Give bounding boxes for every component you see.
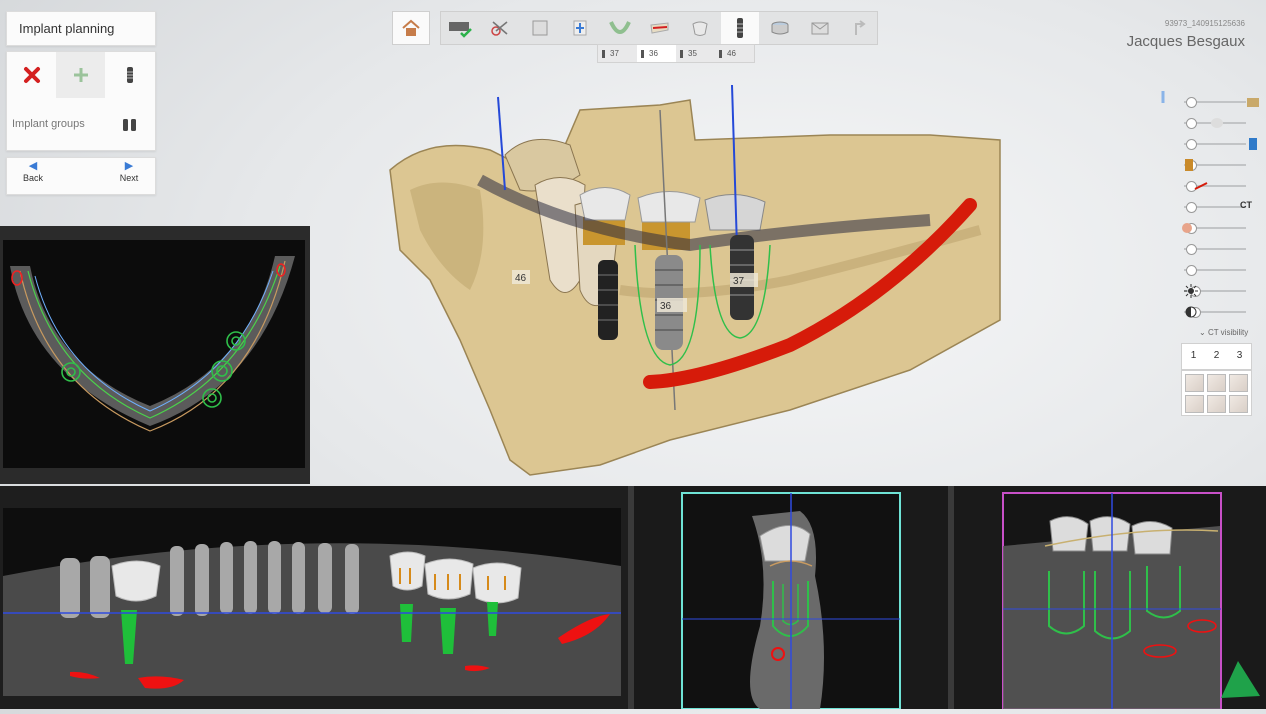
delete-implant-button[interactable] bbox=[7, 52, 56, 98]
slider-ct[interactable]: CT bbox=[1160, 198, 1256, 216]
slider-brightness[interactable] bbox=[1160, 282, 1256, 300]
ct-view-3[interactable]: 3 bbox=[1228, 350, 1251, 361]
label-tooth-36: 36 bbox=[660, 301, 672, 312]
axial-ct-view[interactable] bbox=[0, 226, 310, 484]
ct-view-2[interactable]: 2 bbox=[1205, 350, 1228, 361]
ct-view-presets bbox=[1181, 370, 1252, 416]
label-tooth-37: 37 bbox=[733, 276, 745, 287]
navigation-panel: ◀ Back ▶ Next bbox=[6, 157, 156, 195]
home-toolbar bbox=[392, 11, 430, 45]
workflow-title-panel: Implant planning bbox=[6, 11, 156, 46]
tool-alignment[interactable] bbox=[561, 12, 599, 44]
tab-tooth-35[interactable]: 35 bbox=[676, 45, 715, 62]
next-button[interactable]: ▶ Next bbox=[105, 160, 153, 192]
export-icon bbox=[855, 20, 866, 35]
implant-groups-label: Implant groups bbox=[12, 118, 85, 130]
sun-icon bbox=[1184, 284, 1198, 298]
main-3d-view[interactable]: 46 36 37 bbox=[370, 80, 1020, 485]
slider-model-opacity[interactable] bbox=[1160, 261, 1256, 279]
patient-name: Jacques Besgaux bbox=[1126, 33, 1245, 50]
view-preset-6[interactable] bbox=[1229, 395, 1248, 413]
next-label: Next bbox=[119, 173, 139, 183]
crown-icon bbox=[692, 21, 708, 36]
ct-slider-label: CT bbox=[1240, 200, 1252, 210]
home-icon bbox=[402, 19, 420, 36]
slider-abutment-opacity[interactable] bbox=[1160, 156, 1256, 174]
add-implant-button[interactable] bbox=[56, 52, 105, 98]
tooth-icon bbox=[1211, 118, 1223, 128]
implant-tools-panel: Implant groups bbox=[6, 51, 156, 151]
mandible-bone bbox=[389, 99, 1001, 476]
slider-bone-opacity[interactable] bbox=[1160, 93, 1259, 111]
slider-guide-opacity[interactable] bbox=[1160, 240, 1256, 258]
implant-groups-icon bbox=[122, 119, 136, 131]
implant-groups-button[interactable] bbox=[105, 102, 154, 148]
red-x-icon bbox=[23, 67, 40, 83]
tab-tooth-36[interactable]: 36 bbox=[637, 45, 676, 62]
arrow-right-icon: ▶ bbox=[124, 160, 134, 172]
contrast-icon bbox=[1185, 306, 1197, 318]
view-preset-1[interactable] bbox=[1185, 374, 1204, 392]
soft-tissue-icon bbox=[1182, 223, 1192, 233]
label-tooth-46: 46 bbox=[515, 273, 527, 284]
guide-icon bbox=[811, 22, 829, 35]
slider-nerve-opacity[interactable] bbox=[1160, 177, 1256, 195]
arch-curve-icon bbox=[609, 21, 631, 34]
implant-icon bbox=[126, 67, 133, 83]
view-preset-3[interactable] bbox=[1229, 374, 1248, 392]
ct-visibility-label[interactable]: ⌄ CT visibility bbox=[1199, 328, 1248, 337]
slider-teeth-opacity[interactable] bbox=[1160, 114, 1256, 132]
tool-sleeve[interactable] bbox=[761, 12, 799, 44]
sleeve-icon bbox=[771, 21, 789, 35]
nerve-icon bbox=[650, 22, 669, 34]
ct-view-1[interactable]: 1 bbox=[1182, 350, 1205, 361]
cross-section-view-2[interactable] bbox=[954, 486, 1266, 710]
tool-ct-slice[interactable] bbox=[521, 12, 559, 44]
view-preset-2[interactable] bbox=[1207, 374, 1226, 392]
slider-sleeve-opacity[interactable] bbox=[1160, 135, 1257, 153]
back-button[interactable]: ◀ Back bbox=[9, 160, 57, 192]
implant-icon bbox=[737, 18, 743, 38]
bone-icon bbox=[1247, 98, 1259, 107]
tool-nerve[interactable] bbox=[641, 12, 679, 44]
implant-35 bbox=[598, 260, 618, 340]
tool-crown[interactable] bbox=[681, 12, 719, 44]
abutment-icon bbox=[1185, 159, 1193, 171]
tool-guide[interactable] bbox=[801, 12, 839, 44]
cross-section-view-1[interactable] bbox=[634, 486, 950, 710]
view-preset-5[interactable] bbox=[1207, 395, 1226, 413]
tool-implant[interactable] bbox=[721, 12, 759, 44]
tab-tooth-37[interactable]: 37 bbox=[598, 45, 637, 62]
slider-contrast[interactable] bbox=[1160, 303, 1256, 321]
tool-export[interactable] bbox=[841, 12, 879, 44]
patient-id: 93973_140915125636 bbox=[1164, 19, 1245, 28]
nerve-mini-icon bbox=[1194, 182, 1208, 190]
view-preset-4[interactable] bbox=[1185, 395, 1204, 413]
page-title: Implant planning bbox=[19, 21, 115, 36]
tooth-tabs: 37 36 35 46 bbox=[597, 44, 755, 63]
home-button[interactable] bbox=[393, 12, 429, 44]
back-label: Back bbox=[22, 173, 43, 183]
tool-segmentation[interactable] bbox=[481, 12, 519, 44]
sleeve-color-icon bbox=[1249, 138, 1257, 150]
scan-import-icon bbox=[449, 22, 472, 38]
segmentation-icon bbox=[491, 21, 508, 36]
plus-icon bbox=[73, 68, 88, 82]
tool-arch-curve[interactable] bbox=[601, 12, 639, 44]
workflow-toolbar bbox=[440, 11, 878, 45]
arrow-left-icon: ◀ bbox=[28, 160, 38, 172]
implant-button[interactable] bbox=[105, 52, 154, 98]
tab-tooth-46[interactable]: 46 bbox=[715, 45, 754, 62]
tool-scan-import[interactable] bbox=[441, 12, 479, 44]
bottom-ct-panels bbox=[0, 486, 1266, 710]
slider-soft-tissue[interactable] bbox=[1160, 219, 1256, 237]
ct-view-numbers: 1 2 3 bbox=[1181, 343, 1252, 370]
ct-slice-icon bbox=[532, 20, 548, 36]
ct-sections bbox=[3, 486, 1266, 710]
alignment-icon bbox=[573, 20, 587, 36]
panoramic-view[interactable] bbox=[3, 508, 621, 696]
